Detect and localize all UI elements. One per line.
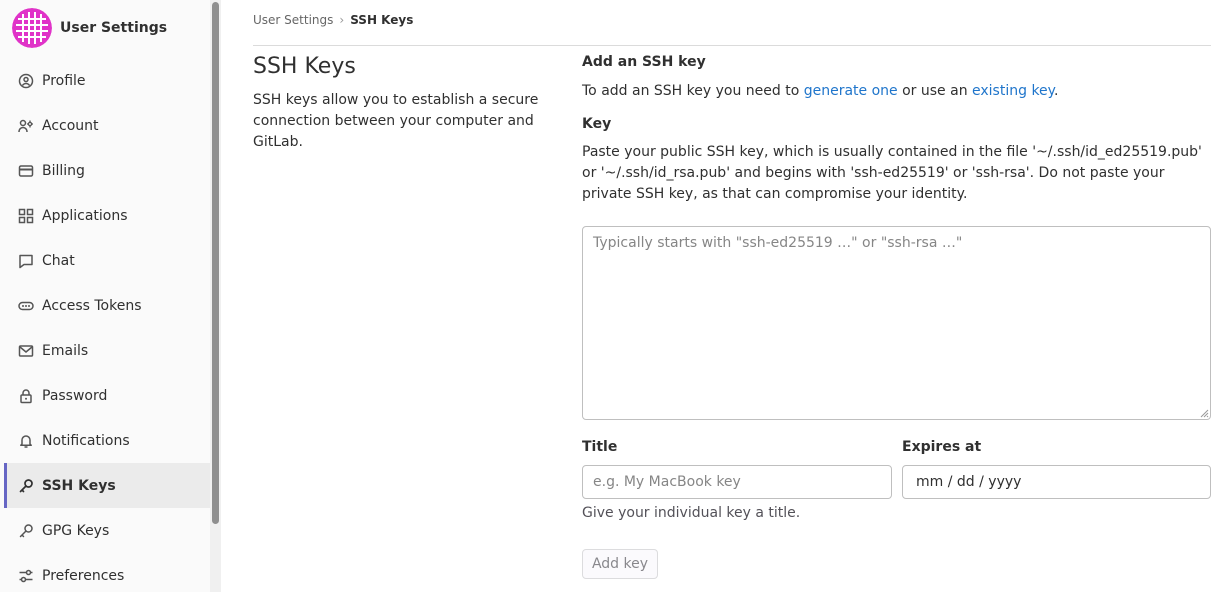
- sidebar-header[interactable]: User Settings: [12, 8, 167, 48]
- page-title: SSH Keys: [253, 54, 356, 79]
- key-icon: [18, 478, 34, 494]
- sidebar-item-label: GPG Keys: [42, 522, 110, 539]
- existing-key-link[interactable]: existing key: [972, 83, 1054, 99]
- sidebar: User Settings Profile Account Billing Ap…: [0, 0, 221, 592]
- sidebar-item-ssh-keys[interactable]: SSH Keys: [4, 463, 210, 508]
- bell-icon: [18, 433, 34, 449]
- breadcrumb-parent-link[interactable]: User Settings: [253, 13, 333, 27]
- sidebar-scrollbar-thumb[interactable]: [212, 2, 219, 524]
- resize-handle-icon[interactable]: [1199, 408, 1209, 418]
- sidebar-item-billing[interactable]: Billing: [4, 148, 210, 193]
- sidebar-item-password[interactable]: Password: [4, 373, 210, 418]
- sidebar-item-applications[interactable]: Applications: [4, 193, 210, 238]
- title-help-text: Give your individual key a title.: [582, 505, 801, 521]
- intro-middle: or use an: [897, 83, 973, 99]
- sidebar-item-label: Profile: [42, 72, 86, 89]
- sidebar-item-gpg-keys[interactable]: GPG Keys: [4, 508, 210, 553]
- title-input[interactable]: [582, 465, 892, 499]
- key-icon: [18, 523, 34, 539]
- sidebar-item-label: Password: [42, 387, 108, 404]
- sidebar-item-label: Emails: [42, 342, 89, 359]
- lock-icon: [18, 388, 34, 404]
- sidebar-item-label: Billing: [42, 162, 85, 179]
- sidebar-item-chat[interactable]: Chat: [4, 238, 210, 283]
- intro-suffix: .: [1053, 83, 1059, 99]
- sidebar-item-label: Applications: [42, 207, 128, 224]
- sidebar-item-label: SSH Keys: [42, 477, 116, 494]
- chevron-right-icon: ›: [339, 13, 345, 27]
- intro-text: To add an SSH key you need to generate o…: [582, 81, 1211, 101]
- sidebar-item-label: Access Tokens: [42, 297, 142, 314]
- page-description: SSH keys allow you to establish a secure…: [253, 92, 539, 150]
- section-title: Add an SSH key: [582, 54, 706, 70]
- sidebar-title: User Settings: [60, 20, 168, 36]
- title-label: Title: [582, 439, 618, 455]
- sidebar-item-label: Preferences: [42, 567, 125, 584]
- applications-icon: [18, 208, 34, 224]
- token-icon: [18, 298, 34, 314]
- sidebar-item-label: Account: [42, 117, 99, 134]
- sidebar-nav: Profile Account Billing Applications Cha…: [4, 58, 210, 592]
- sidebar-item-label: Notifications: [42, 432, 130, 449]
- account-icon: [18, 118, 34, 134]
- billing-icon: [18, 163, 34, 179]
- page-intro: SSH Keys SSH keys allow you to establish…: [253, 54, 553, 153]
- sidebar-item-preferences[interactable]: Preferences: [4, 553, 210, 592]
- breadcrumb: User Settings › SSH Keys: [253, 13, 413, 27]
- breadcrumb-current[interactable]: SSH Keys: [350, 13, 413, 27]
- intro-prefix: To add an SSH key you need to: [582, 83, 804, 99]
- generate-one-link[interactable]: generate one: [804, 83, 898, 99]
- expires-date-input[interactable]: mm / dd / yyyy: [902, 465, 1211, 499]
- add-ssh-key-form: Add an SSH key To add an SSH key you nee…: [582, 52, 1211, 579]
- add-key-button[interactable]: Add key: [582, 549, 658, 579]
- divider: [253, 45, 1211, 46]
- avatar[interactable]: [12, 8, 52, 48]
- sidebar-item-account[interactable]: Account: [4, 103, 210, 148]
- sidebar-item-label: Chat: [42, 252, 75, 269]
- expires-date-value: mm / dd / yyyy: [916, 474, 1022, 490]
- preferences-icon: [18, 568, 34, 584]
- sidebar-item-notifications[interactable]: Notifications: [4, 418, 210, 463]
- sidebar-item-profile[interactable]: Profile: [4, 58, 210, 103]
- profile-icon: [18, 73, 34, 89]
- mail-icon: [18, 343, 34, 359]
- sidebar-item-emails[interactable]: Emails: [4, 328, 210, 373]
- key-help-text: Paste your public SSH key, which is usua…: [582, 144, 1202, 202]
- key-label: Key: [582, 116, 612, 132]
- sidebar-item-access-tokens[interactable]: Access Tokens: [4, 283, 210, 328]
- chat-icon: [18, 253, 34, 269]
- key-textarea[interactable]: [582, 226, 1211, 420]
- expires-label: Expires at: [902, 439, 982, 455]
